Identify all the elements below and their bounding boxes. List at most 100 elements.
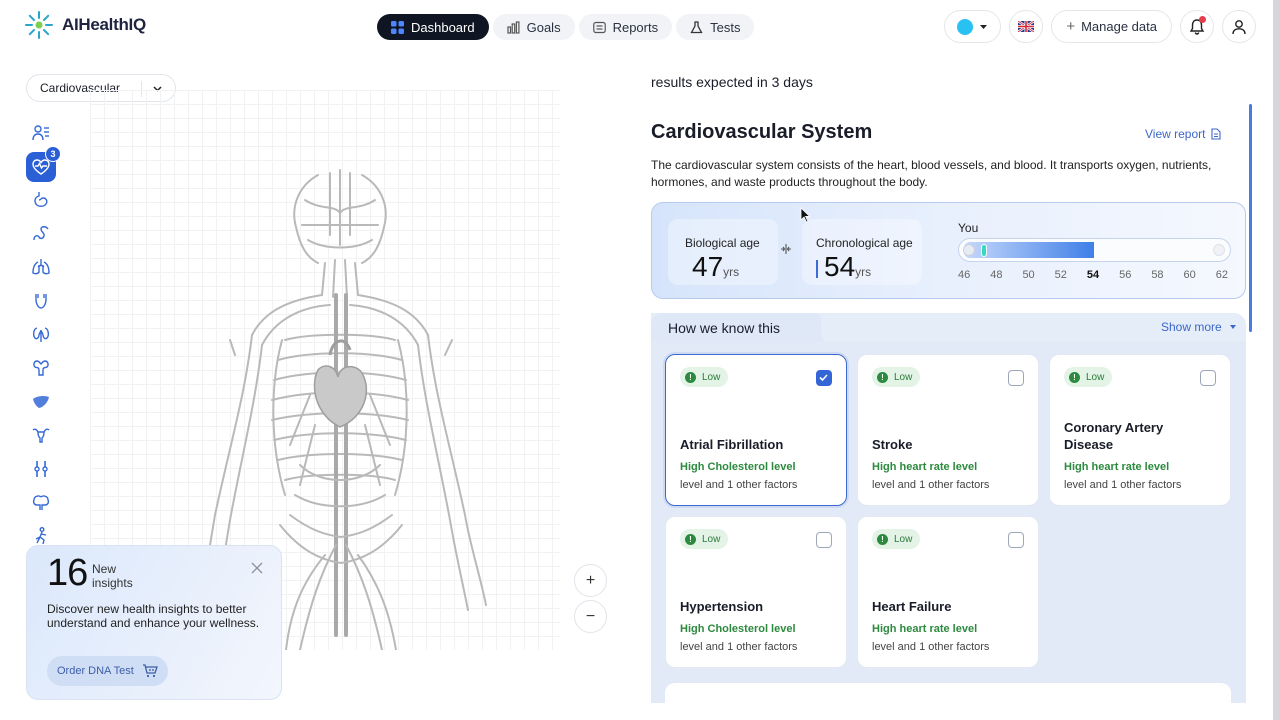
risk-level-label: Low: [894, 371, 913, 383]
app-logo[interactable]: AIHealthIQ: [24, 10, 146, 40]
risk-factor: High Cholesterol level: [680, 623, 796, 635]
other-factors: level and 1 other factors: [680, 479, 798, 491]
biological-age-label: Biological age: [685, 236, 760, 250]
compare-icon: [781, 244, 791, 254]
organ-brain[interactable]: [26, 488, 56, 518]
age-scale-tick: 58: [1151, 269, 1164, 281]
insights-label-line1: New: [92, 562, 117, 576]
age-unit: yrs: [723, 265, 740, 279]
tab-dashboard[interactable]: Dashboard: [377, 14, 489, 40]
risk-factor: High Cholesterol level: [680, 461, 796, 473]
risk-level-label: Low: [1086, 371, 1105, 383]
organ-bladder[interactable]: [26, 286, 56, 316]
other-factors: level and 1 other factors: [1064, 479, 1182, 491]
organ-overview[interactable]: [26, 118, 56, 148]
organ-liver[interactable]: [26, 387, 56, 417]
organ-joints[interactable]: [26, 454, 56, 484]
manage-data-button[interactable]: + Manage data: [1051, 10, 1172, 43]
document-icon: [1211, 128, 1222, 140]
notifications-button[interactable]: [1180, 10, 1214, 43]
results-expected-text: results expected in 3 days: [651, 74, 813, 90]
view-report-link[interactable]: View report: [1145, 127, 1222, 141]
organ-reproductive[interactable]: [26, 353, 56, 383]
slider-start-handle[interactable]: [963, 244, 975, 256]
reproductive-icon: [33, 360, 49, 376]
order-dna-test-label: Order DNA Test: [57, 665, 134, 677]
profile-button[interactable]: [1222, 10, 1256, 43]
risk-level-label: Low: [894, 533, 913, 545]
tab-tests[interactable]: Tests: [676, 14, 755, 40]
language-button[interactable]: [1009, 10, 1044, 43]
caret-down-icon: [980, 24, 988, 29]
other-factors: level and 1 other factors: [680, 641, 798, 653]
uk-flag-icon: [1018, 21, 1035, 32]
card-checkbox[interactable]: [1008, 532, 1024, 548]
risk-card-atrial-fibrillation[interactable]: ! Low Atrial Fibrillation High Cholestero…: [665, 354, 847, 506]
card-checkbox[interactable]: [1200, 370, 1216, 386]
organ-digestive[interactable]: [26, 185, 56, 215]
condition-name: Stroke: [872, 437, 913, 452]
risk-card-hypertension[interactable]: ! Low Hypertension High Cholesterol level…: [665, 516, 847, 668]
risk-level-badge: ! Low: [872, 529, 921, 549]
organ-respiratory[interactable]: [26, 252, 56, 282]
risk-card-stroke[interactable]: ! Low Stroke High heart rate level level …: [857, 354, 1039, 506]
show-more-link[interactable]: Show more: [1161, 320, 1236, 334]
order-dna-test-button[interactable]: Order DNA Test: [47, 656, 168, 686]
risk-level-badge: ! Low: [1064, 367, 1113, 387]
cart-icon: [142, 664, 158, 678]
insights-count: 16: [47, 552, 88, 594]
risk-card-coronary-artery-disease[interactable]: ! Low Coronary Artery Disease High heart …: [1049, 354, 1231, 506]
risk-factor: High heart rate level: [1064, 461, 1170, 473]
zoom-in-button[interactable]: +: [574, 564, 607, 597]
risk-card-heart-failure[interactable]: ! Low Heart Failure High heart rate level…: [857, 516, 1039, 668]
insights-label-line2: insights: [92, 576, 133, 590]
uterus-icon: [32, 428, 50, 444]
alert-icon: !: [1069, 371, 1080, 383]
notification-dot: [1199, 16, 1206, 23]
organ-rail: 3: [26, 118, 61, 551]
how-we-know-title: How we know this: [668, 320, 781, 336]
organ-intestine[interactable]: [26, 219, 56, 249]
age-scale-tick: 54: [1086, 269, 1100, 281]
organ-uterus[interactable]: [26, 420, 56, 450]
color-theme-dropdown[interactable]: [944, 10, 1002, 43]
brain-icon: [32, 494, 50, 510]
slider-end-handle[interactable]: [1213, 244, 1225, 256]
tab-reports[interactable]: Reports: [578, 14, 673, 40]
alert-icon: !: [877, 533, 888, 545]
joints-icon: [34, 460, 48, 477]
bladder-icon: [35, 293, 47, 309]
risk-factor: High heart rate level: [872, 461, 978, 473]
window-edge: [1273, 0, 1280, 720]
slider-you-marker[interactable]: [981, 244, 987, 257]
profile-list-icon: [32, 125, 49, 141]
chronological-age-number: 54: [824, 251, 856, 282]
scrollbar[interactable]: [1249, 104, 1252, 332]
age-range-slider[interactable]: [958, 238, 1231, 262]
organ-cardiovascular[interactable]: 3: [26, 145, 61, 182]
user-icon: [1232, 19, 1246, 34]
logo-icon: [25, 11, 53, 39]
chronological-marker: [816, 260, 818, 278]
caret-down-icon: [1229, 325, 1236, 329]
organ-count-badge: 3: [45, 145, 61, 162]
chronological-age-label: Chronological age: [816, 236, 913, 250]
alert-icon: !: [685, 371, 696, 383]
close-icon[interactable]: [251, 562, 263, 574]
card-checkbox[interactable]: [816, 370, 832, 386]
organ-kidneys[interactable]: [26, 320, 56, 350]
risk-factor: High heart rate level: [872, 623, 978, 635]
app-name: AIHealthIQ: [62, 15, 146, 34]
header-actions: + Manage data: [944, 10, 1256, 43]
biological-age-number: 47: [692, 251, 724, 282]
condition-name: Heart Failure: [872, 599, 952, 614]
card-checkbox[interactable]: [1008, 370, 1024, 386]
condition-name: Coronary Artery Disease: [1064, 420, 1164, 452]
zoom-out-button[interactable]: −: [574, 600, 607, 633]
chronological-age-value: 54yrs: [824, 251, 871, 283]
skeleton-icon: [35, 527, 47, 545]
card-checkbox[interactable]: [816, 532, 832, 548]
tab-goals[interactable]: Goals: [492, 14, 575, 40]
age-scale-tick: 48: [990, 269, 1003, 281]
next-card-placeholder: [665, 683, 1231, 713]
